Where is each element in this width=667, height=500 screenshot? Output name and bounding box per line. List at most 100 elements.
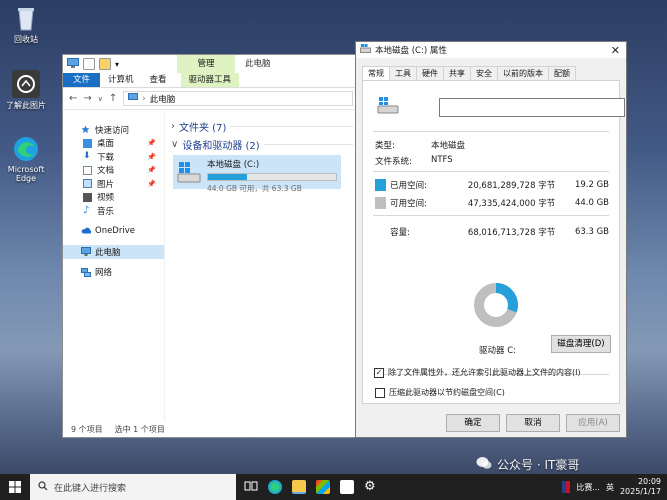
tab-previous-versions[interactable]: 以前的版本 — [497, 66, 549, 80]
file-explorer-window[interactable]: ▾ 管理 此电脑 文件 计算机 查看 驱动器工具 ← → ∨ ↑ › 此电脑 快… — [62, 54, 358, 438]
nav-item-documents[interactable]: 文档 📌 — [63, 164, 164, 178]
ribbon-tab-file[interactable]: 文件 — [63, 73, 101, 87]
free-space-swatch — [375, 197, 387, 209]
breadcrumb-chevron-icon[interactable]: › — [142, 94, 145, 104]
compress-checkbox[interactable] — [375, 387, 385, 398]
capacity-gb: 63.3 GB — [574, 227, 609, 237]
drive-letter-label: 驱动器 C: — [479, 346, 517, 356]
capacity-bytes: 68,016,713,728 字节 — [467, 228, 556, 238]
onedrive-cloud-icon — [81, 227, 92, 236]
pin-icon: 📌 — [147, 139, 156, 148]
clock-time: 20:09 — [637, 477, 661, 486]
desktop-icon-edge[interactable]: Microsoft Edge — [2, 135, 50, 183]
drive-tile-c[interactable]: 本地磁盘 (C:) 44.0 GB 可用，共 63.3 GB — [173, 155, 341, 193]
this-pc-icon — [81, 247, 91, 257]
store-taskbar-icon[interactable] — [316, 479, 330, 494]
quick-access-properties-icon[interactable] — [83, 58, 95, 70]
index-option-row[interactable]: ✓ 除了文件属性外，还允许索引此驱动器上文件的内容(I) — [374, 367, 581, 378]
back-arrow-icon[interactable]: ← — [69, 93, 77, 104]
group-devices-header[interactable]: ∨ 设备和驱动器 (2) — [171, 135, 353, 153]
tab-security[interactable]: 安全 — [470, 66, 498, 80]
forward-arrow-icon[interactable]: → — [83, 93, 91, 104]
cancel-button[interactable]: 取消 — [506, 414, 560, 432]
group-folders-header[interactable]: › 文件夹 (7) — [171, 117, 353, 135]
apply-button[interactable]: 应用(A) — [566, 414, 620, 432]
tab-hardware[interactable]: 硬件 — [416, 66, 444, 80]
windows-logo-icon — [9, 481, 21, 493]
ok-button[interactable]: 确定 — [446, 414, 500, 432]
taskbar-pinned-apps: ⚙ — [244, 479, 376, 495]
ribbon-context-tab-manage[interactable]: 管理 — [177, 55, 235, 73]
spotlight-info-icon — [12, 70, 40, 98]
ribbon-tab-drive-tools[interactable]: 驱动器工具 — [180, 73, 240, 87]
breadcrumb-this-pc[interactable]: 此电脑 — [150, 93, 176, 105]
compress-option[interactable]: 压缩此驱动器以节约磁盘空间(C) — [375, 387, 505, 398]
nav-item-this-pc[interactable]: 此电脑 — [63, 245, 164, 259]
file-explorer-taskbar-icon[interactable] — [292, 479, 306, 494]
index-checkbox[interactable]: ✓ — [374, 367, 384, 378]
search-placeholder: 在此键入进行搜索 — [54, 483, 127, 494]
chevron-right-icon: › — [171, 120, 175, 132]
up-arrow-icon[interactable]: ↑ — [109, 93, 117, 104]
selected-count: 选中 1 个项目 — [114, 424, 165, 434]
ribbon-tab-computer[interactable]: 计算机 — [100, 73, 142, 87]
tab-general[interactable]: 常规 — [362, 66, 390, 81]
watermark: 公众号 · IT豪哥 — [476, 456, 579, 473]
item-count: 9 个项目 — [71, 424, 103, 434]
disk-cleanup-button[interactable]: 磁盘清理(D) — [551, 335, 611, 353]
mail-taskbar-icon[interactable] — [340, 479, 354, 494]
content-pane: › 文件夹 (7) ∨ 设备和驱动器 (2) 本地磁盘 (C:) 44.0 GB… — [171, 117, 353, 193]
dialog-title: 本地磁盘 (C:) 属性 — [375, 46, 447, 56]
address-input[interactable]: › 此电脑 — [123, 91, 353, 106]
volume-label-input[interactable] — [439, 98, 625, 117]
tray-app-label[interactable]: 比赛... — [576, 482, 600, 493]
quick-access-new-folder-icon[interactable] — [99, 58, 111, 70]
desktop-icon-recycle-bin[interactable]: 回收站 — [2, 4, 50, 45]
recycle-bin-icon — [12, 4, 40, 32]
clock[interactable]: 20:09 2025/1/17 — [620, 477, 661, 497]
ribbon-tab-view[interactable]: 查看 — [142, 73, 175, 87]
system-tray: 比赛... 英 20:09 2025/1/17 — [562, 477, 661, 497]
documents-folder-icon — [83, 165, 92, 175]
clock-date: 2025/1/17 — [619, 487, 661, 496]
tab-tools[interactable]: 工具 — [389, 66, 417, 80]
quick-access-dropdown-icon[interactable]: ▾ — [115, 60, 119, 69]
drive-properties-dialog[interactable]: 本地磁盘 (C:) 属性 ✕ 常规 工具 硬件 共享 安全 以前的版本 配额 类… — [355, 41, 627, 438]
taskbar: 在此键入进行搜索 ⚙ 比赛... 英 20:09 2025/1/17 — [0, 474, 667, 500]
ime-indicator[interactable]: 英 — [606, 482, 614, 493]
window-app-icon — [67, 57, 79, 71]
used-bytes: 20,681,289,728 字节 — [467, 181, 556, 191]
usage-donut-chart — [474, 283, 518, 327]
tab-sharing[interactable]: 共享 — [443, 66, 471, 80]
tab-quota[interactable]: 配额 — [548, 66, 576, 80]
desktop-folder-icon — [83, 138, 92, 148]
nav-item-videos[interactable]: 视频 — [63, 191, 164, 205]
used-space-row: 已用空间: 20,681,289,728 字节 19.2 GB — [375, 179, 609, 191]
nba-app-icon[interactable] — [562, 481, 571, 493]
dialog-titlebar[interactable]: 本地磁盘 (C:) 属性 ✕ — [356, 42, 626, 58]
nav-item-onedrive[interactable]: OneDrive — [63, 225, 164, 239]
settings-gear-icon[interactable]: ⚙ — [364, 479, 376, 495]
start-button[interactable] — [0, 481, 30, 493]
close-icon[interactable]: ✕ — [611, 44, 620, 57]
chevron-down-icon: ∨ — [171, 138, 179, 150]
nav-item-music[interactable]: ♪ 音乐 — [63, 204, 164, 218]
task-view-icon[interactable] — [244, 480, 258, 495]
type-value: 本地磁盘 — [431, 141, 466, 151]
nav-item-downloads[interactable]: ⬇ 下载 📌 — [63, 150, 164, 164]
recent-dropdown-icon[interactable]: ∨ — [98, 95, 103, 103]
this-pc-small-icon — [128, 92, 139, 105]
edge-taskbar-icon[interactable] — [268, 479, 282, 494]
taskbar-search-box[interactable]: 在此键入进行搜索 — [30, 474, 236, 500]
nav-item-network[interactable]: 网络 — [63, 266, 164, 280]
nav-item-pictures[interactable]: 图片 📌 — [63, 177, 164, 191]
explorer-titlebar[interactable]: ▾ 管理 此电脑 — [63, 55, 357, 73]
watermark-text: 公众号 · IT豪哥 — [497, 458, 580, 472]
desktop-icon-spotlight[interactable]: 了解此图片 — [2, 70, 50, 111]
nav-item-quick-access[interactable]: 快速访问 — [63, 123, 164, 137]
music-folder-icon: ♪ — [83, 205, 90, 217]
free-bytes: 47,335,424,000 字节 — [467, 199, 556, 209]
capacity-row: 容量: 68,016,713,728 字节 63.3 GB — [390, 227, 609, 238]
nav-item-desktop[interactable]: 桌面 📌 — [63, 137, 164, 151]
free-gb: 44.0 GB — [574, 198, 609, 208]
